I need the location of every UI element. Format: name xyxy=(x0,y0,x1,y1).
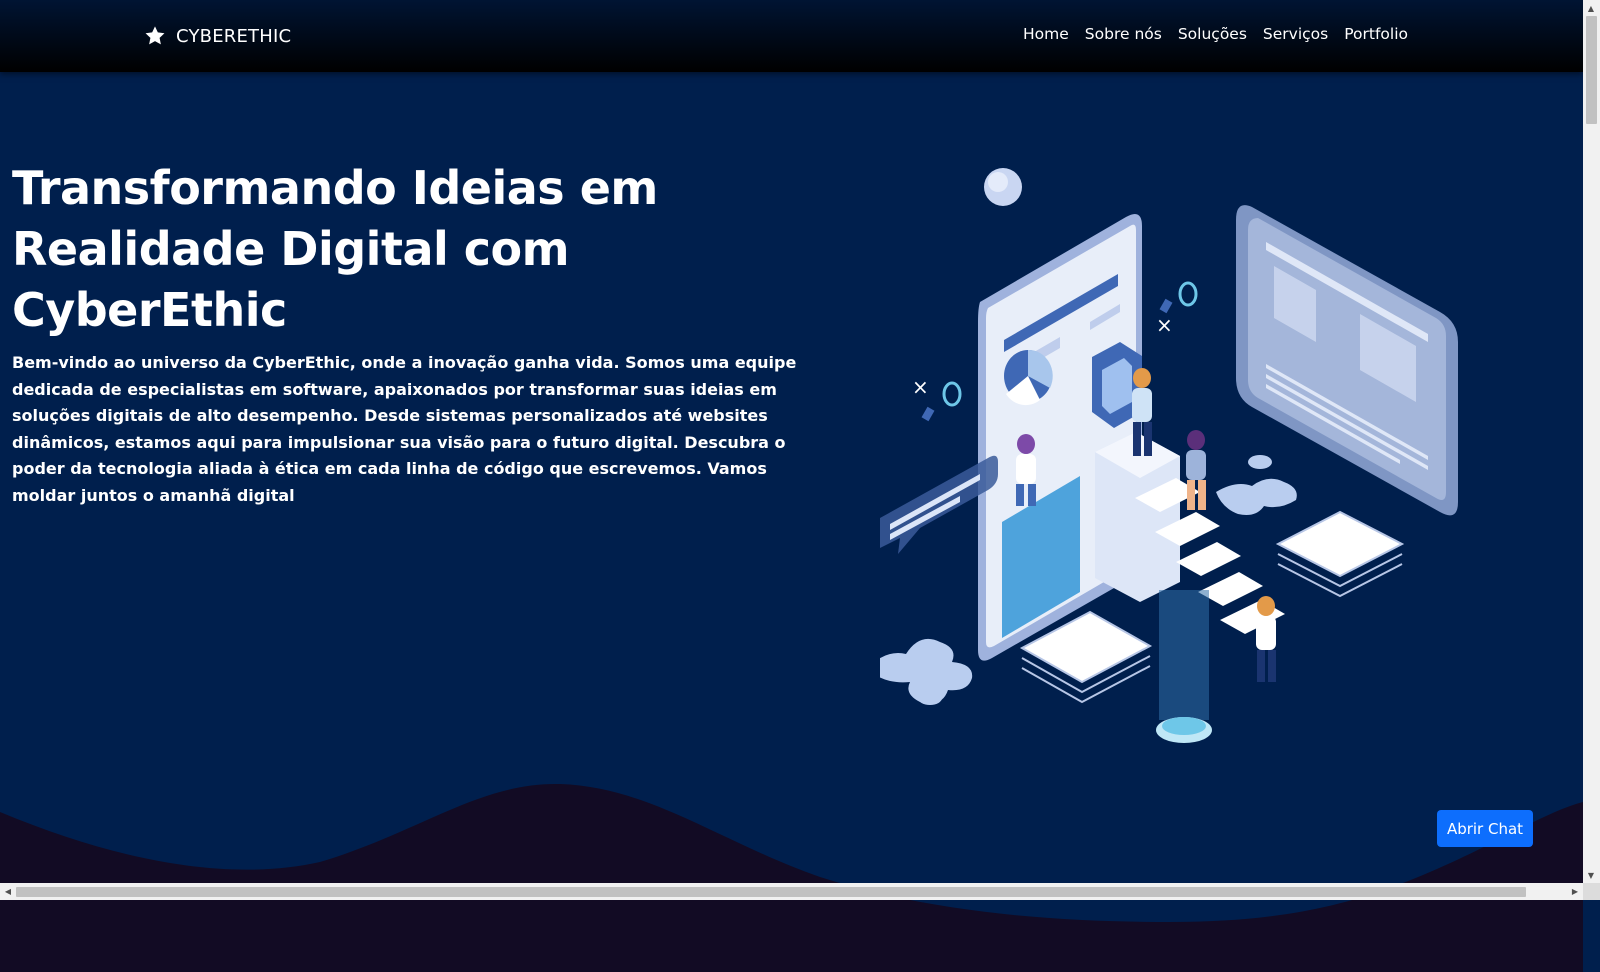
navbar: CYBERETHIC Home Sobre nós Soluções Servi… xyxy=(0,0,1583,72)
brand-link[interactable]: CYBERETHIC xyxy=(144,22,291,50)
hero-description: Bem-vindo ao universo da CyberEthic, ond… xyxy=(12,353,797,505)
nav-link-solucoes[interactable]: Soluções xyxy=(1178,25,1247,43)
hero-title: Transformando Ideias em Realidade Digita… xyxy=(12,161,658,337)
brand-name: CYBERETHIC xyxy=(176,25,292,47)
nav-link-servicos[interactable]: Serviços xyxy=(1263,25,1328,43)
wave-divider xyxy=(0,783,1583,972)
scroll-up-icon[interactable]: ▲ xyxy=(1583,0,1599,16)
scroll-right-icon[interactable]: ▶ xyxy=(1567,883,1583,899)
monitor-panel xyxy=(1236,205,1458,516)
scroll-left-icon[interactable]: ◀ xyxy=(0,883,16,899)
star-icon xyxy=(145,26,165,45)
nav-link-home[interactable]: Home xyxy=(1023,25,1069,43)
horizontal-scrollbar[interactable]: ◀ ▶ xyxy=(0,883,1583,900)
nav-link-sobre-nos[interactable]: Sobre nós xyxy=(1085,25,1162,43)
phone-device xyxy=(978,214,1142,661)
scrollbar-corner xyxy=(1583,883,1600,900)
scroll-down-icon[interactable]: ▼ xyxy=(1583,867,1599,883)
nav-link-portfolio[interactable]: Portfolio xyxy=(1344,25,1408,43)
vertical-scrollbar[interactable]: ▲ ▼ xyxy=(1583,0,1600,883)
person-bottom xyxy=(1256,596,1276,682)
nav-links: Home Sobre nós Soluções Serviços Portfol… xyxy=(1023,25,1408,43)
horizontal-scroll-thumb[interactable] xyxy=(16,887,1526,897)
hero-section: Transformando Ideias em Realidade Digita… xyxy=(0,72,1583,972)
vertical-scroll-thumb[interactable] xyxy=(1586,16,1597,124)
svg-text:×: × xyxy=(912,375,929,399)
open-chat-button[interactable]: Abrir Chat xyxy=(1437,810,1533,847)
svg-text:×: × xyxy=(1156,313,1173,337)
isometric-tech-illustration: × × xyxy=(880,168,1458,743)
person-walking xyxy=(1186,430,1206,510)
